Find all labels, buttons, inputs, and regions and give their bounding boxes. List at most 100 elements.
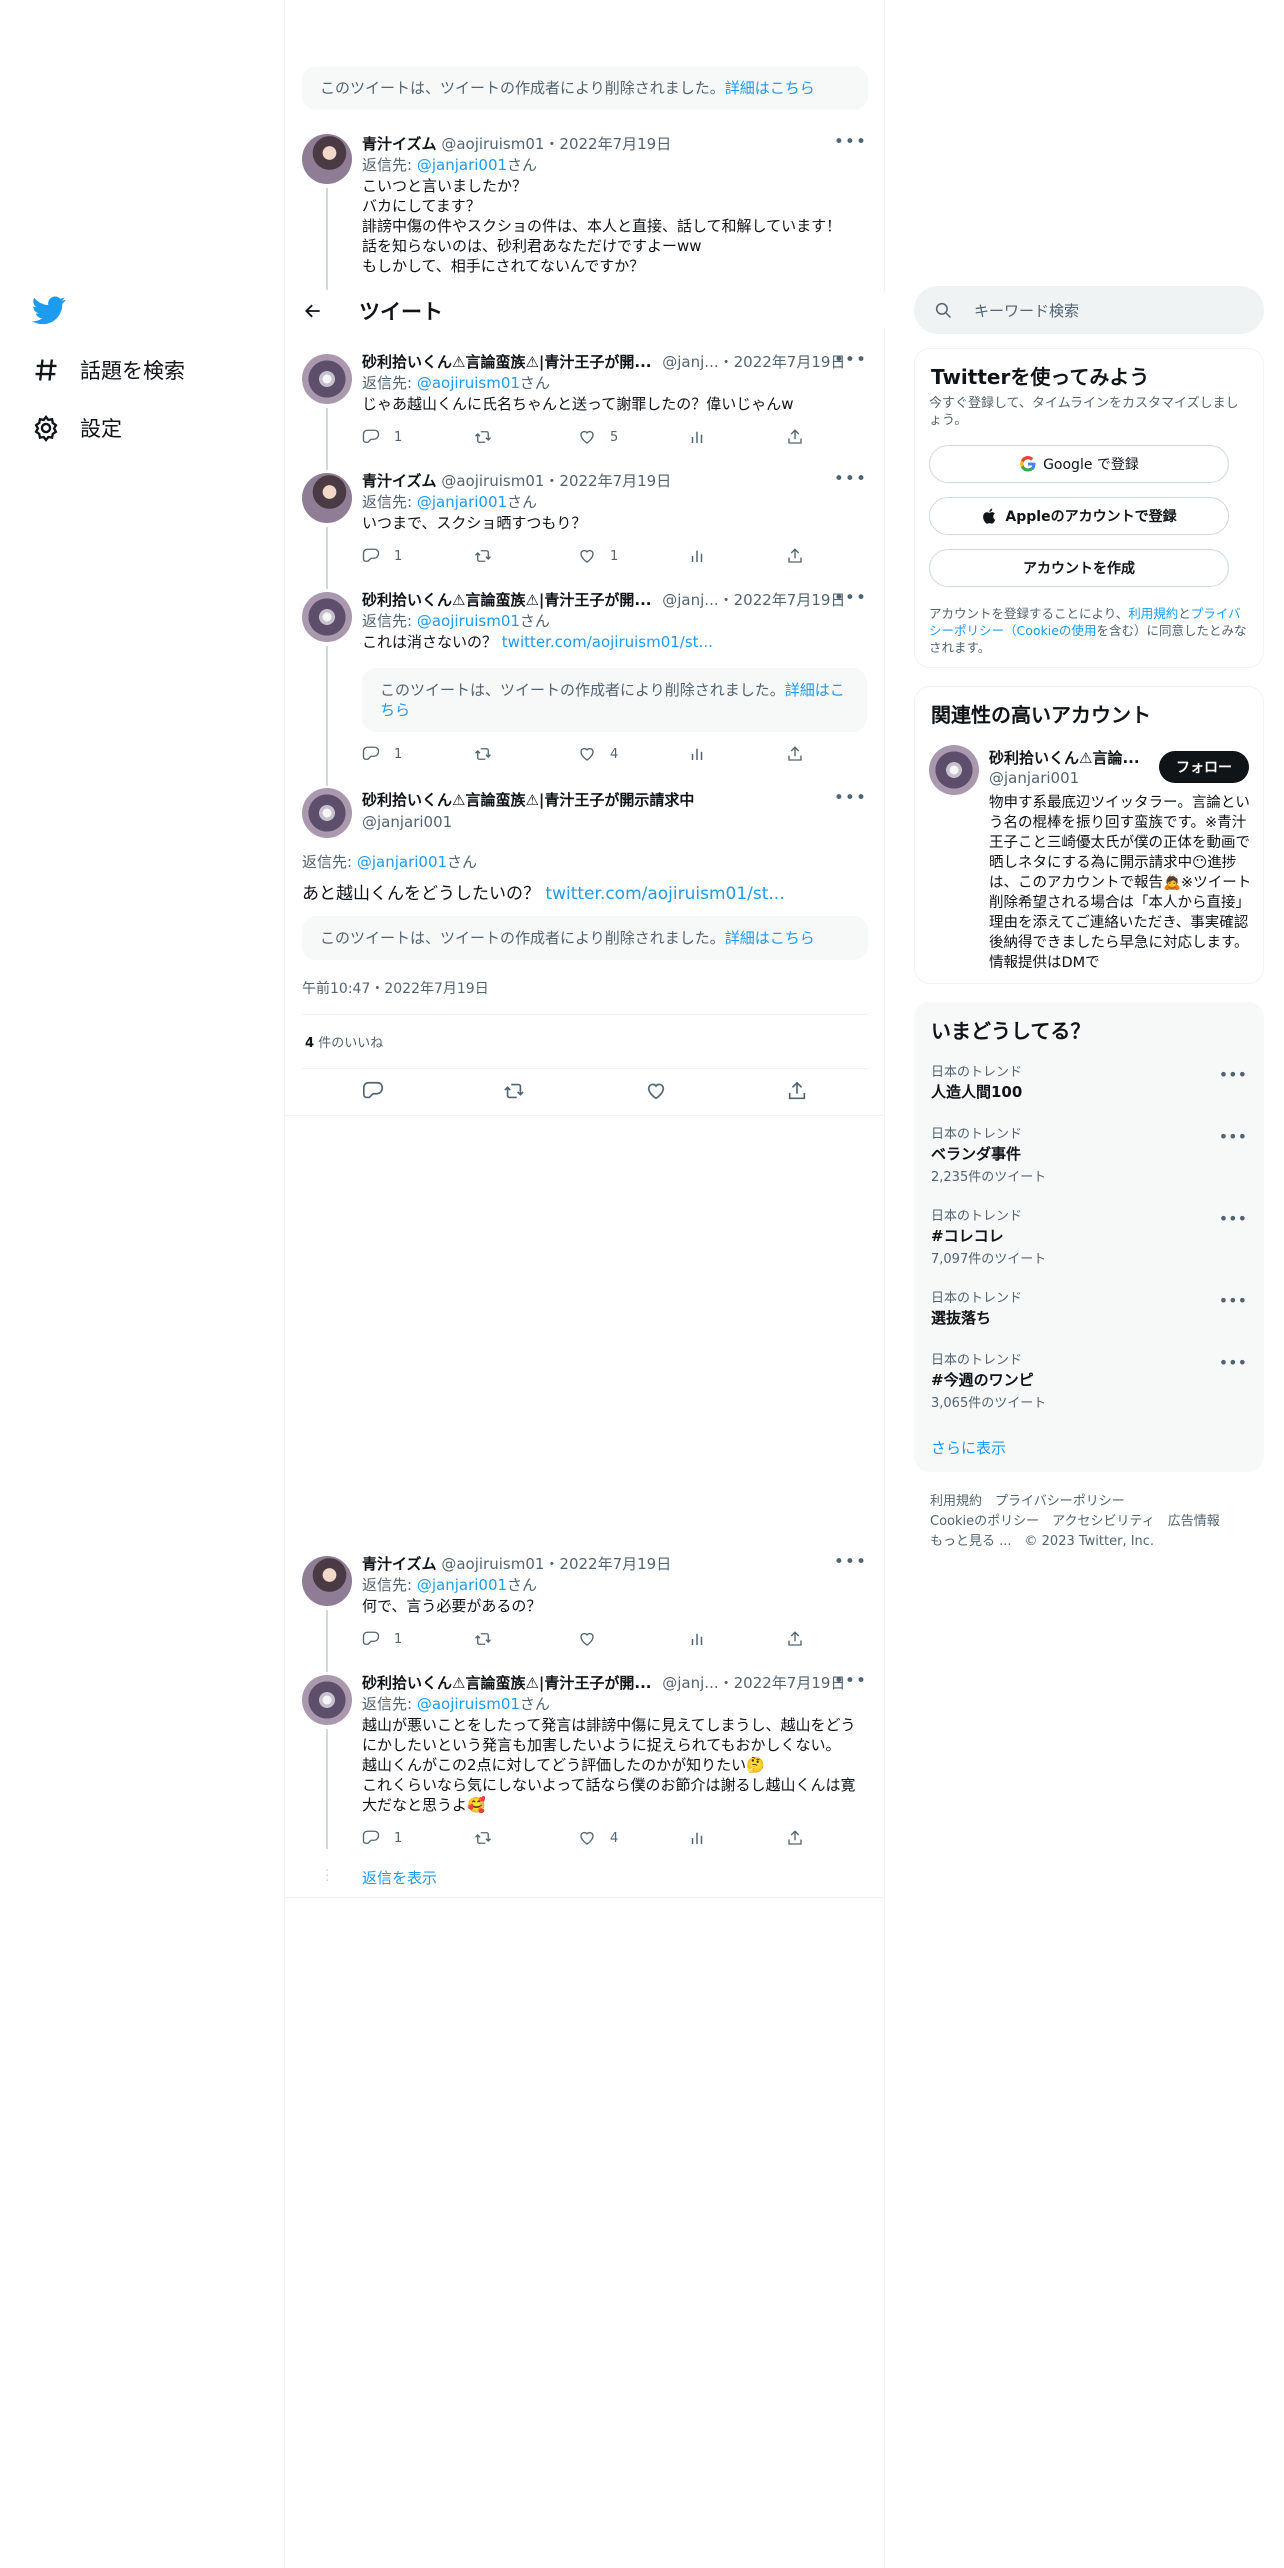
trend-name[interactable]: 人造人間100: [931, 1081, 1022, 1102]
like-button[interactable]: 1: [578, 547, 618, 565]
views-button[interactable]: [688, 547, 720, 565]
reply-button[interactable]: 1: [362, 428, 402, 446]
footer-links-3[interactable]: もっと見る ... © 2023 Twitter, Inc.: [930, 1530, 1154, 1549]
retweet-button[interactable]: [503, 1080, 539, 1102]
footer-links-2[interactable]: Cookieのポリシー アクセシビリティ 広告情報: [930, 1510, 1220, 1529]
views-button[interactable]: [688, 1630, 720, 1648]
share-button[interactable]: [786, 1829, 818, 1847]
show-replies-link[interactable]: 返信を表示: [362, 1867, 437, 1888]
tweet-item[interactable]: 砂利拾いくん⚠言論蛮族⚠|青汁王子が開... @janj...・2022年7月1…: [285, 1671, 885, 1861]
reply-button[interactable]: 1: [362, 1630, 402, 1648]
tweet-link[interactable]: twitter.com/aojiruism01/st...: [545, 884, 784, 904]
more-icon[interactable]: •••: [1219, 1209, 1247, 1228]
retweet-button[interactable]: [474, 1829, 506, 1847]
more-icon[interactable]: •••: [834, 350, 867, 370]
author-handle[interactable]: @janjari001: [362, 813, 452, 831]
nav-explore[interactable]: 話題を検索: [32, 350, 185, 390]
tweet-timestamp[interactable]: 午前10:47・2022年7月19日: [302, 978, 489, 998]
author-handle[interactable]: @janj...: [662, 591, 718, 609]
search-box[interactable]: キーワード検索: [914, 286, 1264, 334]
more-icon[interactable]: •••: [834, 588, 867, 608]
show-more-trends[interactable]: さらに表示: [931, 1437, 1006, 1458]
author-handle[interactable]: @janj...: [662, 353, 718, 371]
author-name[interactable]: 砂利拾いくん⚠言論蛮族⚠|青汁王子が開...: [362, 591, 651, 609]
more-icon[interactable]: •••: [1219, 1353, 1247, 1372]
share-button[interactable]: [786, 1080, 822, 1102]
author-name[interactable]: 青汁イズム: [362, 1555, 437, 1573]
reply-mention[interactable]: @aojiruism01: [417, 1695, 520, 1713]
trend-name[interactable]: ベランダ事件: [931, 1143, 1021, 1164]
tweet-date[interactable]: 2022年7月19日: [559, 1555, 671, 1573]
author-name[interactable]: 砂利拾いくん⚠言論蛮族⚠|青汁王子が開示請求中: [362, 791, 694, 809]
share-button[interactable]: [786, 428, 818, 446]
related-name[interactable]: 砂利拾いくん⚠言論...: [989, 747, 1140, 768]
tweet-item[interactable]: 青汁イズム @aojiruism01・2022年7月19日 ••• 返信先: @…: [285, 130, 885, 290]
google-signup-button[interactable]: Google で登録: [929, 445, 1229, 483]
more-icon[interactable]: •••: [834, 788, 867, 808]
author-handle[interactable]: @aojiruism01: [441, 1555, 544, 1573]
reply-mention[interactable]: @aojiruism01: [417, 374, 520, 392]
tweet-date[interactable]: 2022年7月19日: [734, 1674, 846, 1692]
like-button[interactable]: [645, 1080, 681, 1102]
tweet-item[interactable]: 砂利拾いくん⚠言論蛮族⚠|青汁王子が開... @janj...・2022年7月1…: [285, 588, 885, 786]
author-handle[interactable]: @aojiruism01: [441, 472, 544, 490]
retweet-button[interactable]: [474, 1630, 506, 1648]
author-name[interactable]: 青汁イズム: [362, 472, 437, 490]
tweet-date[interactable]: 2022年7月19日: [559, 472, 671, 490]
tweet-link[interactable]: twitter.com/aojiruism01/st...: [502, 633, 713, 651]
reply-mention[interactable]: @janjari001: [357, 853, 447, 871]
avatar[interactable]: [302, 354, 352, 404]
retweet-button[interactable]: [474, 745, 506, 763]
views-button[interactable]: [688, 745, 720, 763]
related-handle[interactable]: @janjari001: [989, 769, 1079, 787]
retweet-button[interactable]: [474, 428, 506, 446]
author-name[interactable]: 青汁イズム: [362, 135, 437, 153]
reply-mention[interactable]: @janjari001: [417, 493, 507, 511]
like-stats[interactable]: 4 件のいいね: [305, 1032, 383, 1051]
author-name[interactable]: 砂利拾いくん⚠言論蛮族⚠|青汁王子が開...: [362, 1674, 651, 1692]
avatar[interactable]: [302, 788, 352, 838]
author-name[interactable]: 砂利拾いくん⚠言論蛮族⚠|青汁王子が開...: [362, 353, 651, 371]
like-button[interactable]: 4: [578, 1829, 618, 1847]
more-icon[interactable]: •••: [1219, 1291, 1247, 1310]
like-button[interactable]: 5: [578, 428, 618, 446]
retweet-button[interactable]: [474, 547, 506, 565]
trend-name[interactable]: 選抜落ち: [931, 1307, 991, 1328]
views-button[interactable]: [688, 428, 720, 446]
more-icon[interactable]: •••: [834, 469, 867, 489]
views-button[interactable]: [688, 1829, 720, 1847]
avatar[interactable]: [302, 1556, 352, 1606]
share-button[interactable]: [786, 547, 818, 565]
avatar[interactable]: [929, 745, 979, 795]
share-button[interactable]: [786, 745, 818, 763]
more-icon[interactable]: •••: [1219, 1065, 1247, 1084]
twitter-logo-icon[interactable]: [32, 293, 66, 327]
trend-name[interactable]: #今週のワンピ: [931, 1369, 1034, 1390]
reply-button[interactable]: 1: [362, 547, 402, 565]
deleted-notice-link[interactable]: 詳細はこちら: [725, 79, 815, 97]
tweet-date[interactable]: 2022年7月19日: [734, 353, 846, 371]
reply-button[interactable]: [362, 1080, 398, 1102]
reply-mention[interactable]: @janjari001: [417, 1576, 507, 1594]
trend-name[interactable]: #コレコレ: [931, 1225, 1004, 1246]
more-icon[interactable]: •••: [1219, 1127, 1247, 1146]
reply-mention[interactable]: @janjari001: [417, 156, 507, 174]
terms-link[interactable]: 利用規約: [1128, 606, 1178, 621]
more-icon[interactable]: •••: [834, 1552, 867, 1572]
create-account-button[interactable]: アカウントを作成: [929, 549, 1229, 587]
tweet-item[interactable]: 青汁イズム @aojiruism01・2022年7月19日 ••• 返信先: @…: [285, 469, 885, 589]
nav-settings[interactable]: 設定: [32, 408, 122, 448]
avatar[interactable]: [302, 592, 352, 642]
like-button[interactable]: [578, 1630, 610, 1648]
tweet-date[interactable]: 2022年7月19日: [559, 135, 671, 153]
avatar[interactable]: [302, 473, 352, 523]
like-button[interactable]: 4: [578, 745, 618, 763]
reply-button[interactable]: 1: [362, 1829, 402, 1847]
author-handle[interactable]: @janj...: [662, 1674, 718, 1692]
more-icon[interactable]: •••: [834, 1671, 867, 1691]
avatar[interactable]: [302, 134, 352, 184]
author-handle[interactable]: @aojiruism01: [441, 135, 544, 153]
back-arrow-icon[interactable]: [303, 301, 323, 321]
reply-button[interactable]: 1: [362, 745, 402, 763]
more-icon[interactable]: •••: [834, 132, 867, 152]
